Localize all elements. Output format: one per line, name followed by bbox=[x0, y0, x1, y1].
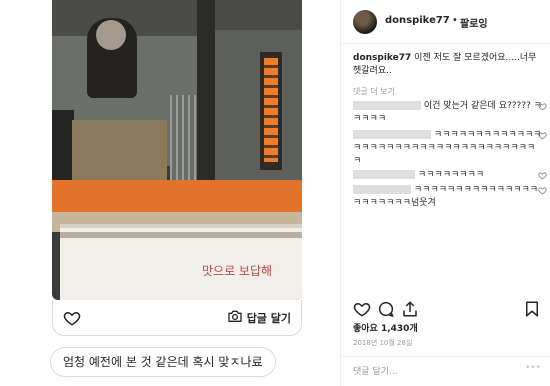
story-reply-bar: 답글 달기 bbox=[52, 300, 302, 336]
heart-icon[interactable] bbox=[538, 171, 547, 180]
photo-dark-panel bbox=[52, 110, 74, 185]
comment-input[interactable] bbox=[353, 363, 503, 381]
photo-sign-lights bbox=[264, 58, 278, 162]
camera-icon bbox=[227, 308, 243, 328]
photo-shelf bbox=[72, 120, 167, 182]
reply-label: 답글 달기 bbox=[246, 312, 291, 325]
heart-icon[interactable] bbox=[538, 186, 547, 195]
following-button[interactable]: 팔로잉 bbox=[460, 15, 488, 30]
list-item: ㅋㅋㅋㅋㅋㅋㅋㅋ bbox=[353, 169, 547, 182]
photo-box-text: 맛으로 보답해 bbox=[202, 264, 273, 278]
blurred-username bbox=[353, 130, 431, 139]
post-header: donspike77 • 팔로잉 bbox=[341, 0, 550, 44]
header-username[interactable]: donspike77 bbox=[385, 15, 450, 26]
blurred-username bbox=[353, 170, 415, 179]
post-date: 2018년 10월 28일 bbox=[353, 339, 413, 347]
view-more-comments[interactable]: 댓글 더 보기 bbox=[353, 86, 395, 97]
dm-message: 엄청 예전에 본 것 같은데 혹시 맞ㅈ나료 bbox=[50, 347, 276, 377]
heart-icon[interactable] bbox=[63, 309, 81, 327]
blurred-username bbox=[353, 185, 411, 194]
story-photo: 맛으로 보답해 bbox=[52, 0, 302, 300]
post-actions bbox=[341, 296, 550, 322]
photo-orange-band bbox=[52, 180, 302, 212]
photo-rack bbox=[170, 95, 198, 180]
post-caption: donspike77 이젠 저도 잘 모르겠어요.....너무 헷갈려요.. bbox=[353, 52, 539, 78]
story-screenshot: 맛으로 보답해 답글 달기 엄청 예전에 본 것 같은데 혹시 맞ㅈ나료 bbox=[0, 0, 340, 386]
share-icon[interactable] bbox=[401, 300, 419, 318]
photo-person-head bbox=[96, 20, 126, 50]
header-separator: • bbox=[452, 15, 458, 26]
reply-button[interactable]: 답글 달기 bbox=[227, 309, 291, 327]
more-options-icon[interactable]: ••• bbox=[525, 363, 541, 373]
list-item: ㅋㅋㅋㅋㅋㅋㅋㅋㅋㅋㅋㅋㅋㅋㅋㅋㅋㅋㅋㅋㅋㅋ넘웃겨 bbox=[353, 184, 547, 210]
blurred-username bbox=[353, 101, 421, 110]
photo-box-stripe bbox=[60, 232, 302, 238]
heart-icon[interactable] bbox=[538, 131, 547, 140]
list-item: ㅋㅋㅋㅋㅋㅋㅋㅋㅋㅋㅋㅋㅋㅋㅋㅋㅋㅋㅋㅋㅋㅋㅋㅋㅋㅋㅋㅋㅋㅋㅋㅋㅋㅋㅋㅋ bbox=[353, 129, 547, 168]
likes-count[interactable]: 좋아요 1,430개 bbox=[353, 321, 418, 334]
heart-icon[interactable] bbox=[353, 300, 371, 318]
heart-icon[interactable] bbox=[538, 102, 547, 111]
comment-text: ㅋㅋㅋㅋㅋㅋㅋㅋ bbox=[417, 170, 485, 180]
photo-pillar bbox=[197, 0, 215, 210]
avatar[interactable] bbox=[353, 10, 377, 34]
post-sidebar: donspike77 • 팔로잉 donspike77 이젠 저도 잘 모르겠어… bbox=[340, 0, 550, 386]
caption-username[interactable]: donspike77 bbox=[353, 53, 411, 63]
photo-window-right bbox=[215, 30, 302, 180]
comment-icon[interactable] bbox=[377, 300, 395, 318]
list-item: 이건 맞는거 같은데 요????? ㅋㅋㅋㅋㅋ bbox=[353, 100, 547, 126]
bookmark-icon[interactable] bbox=[523, 300, 541, 318]
add-comment-bar: ••• bbox=[341, 356, 550, 386]
